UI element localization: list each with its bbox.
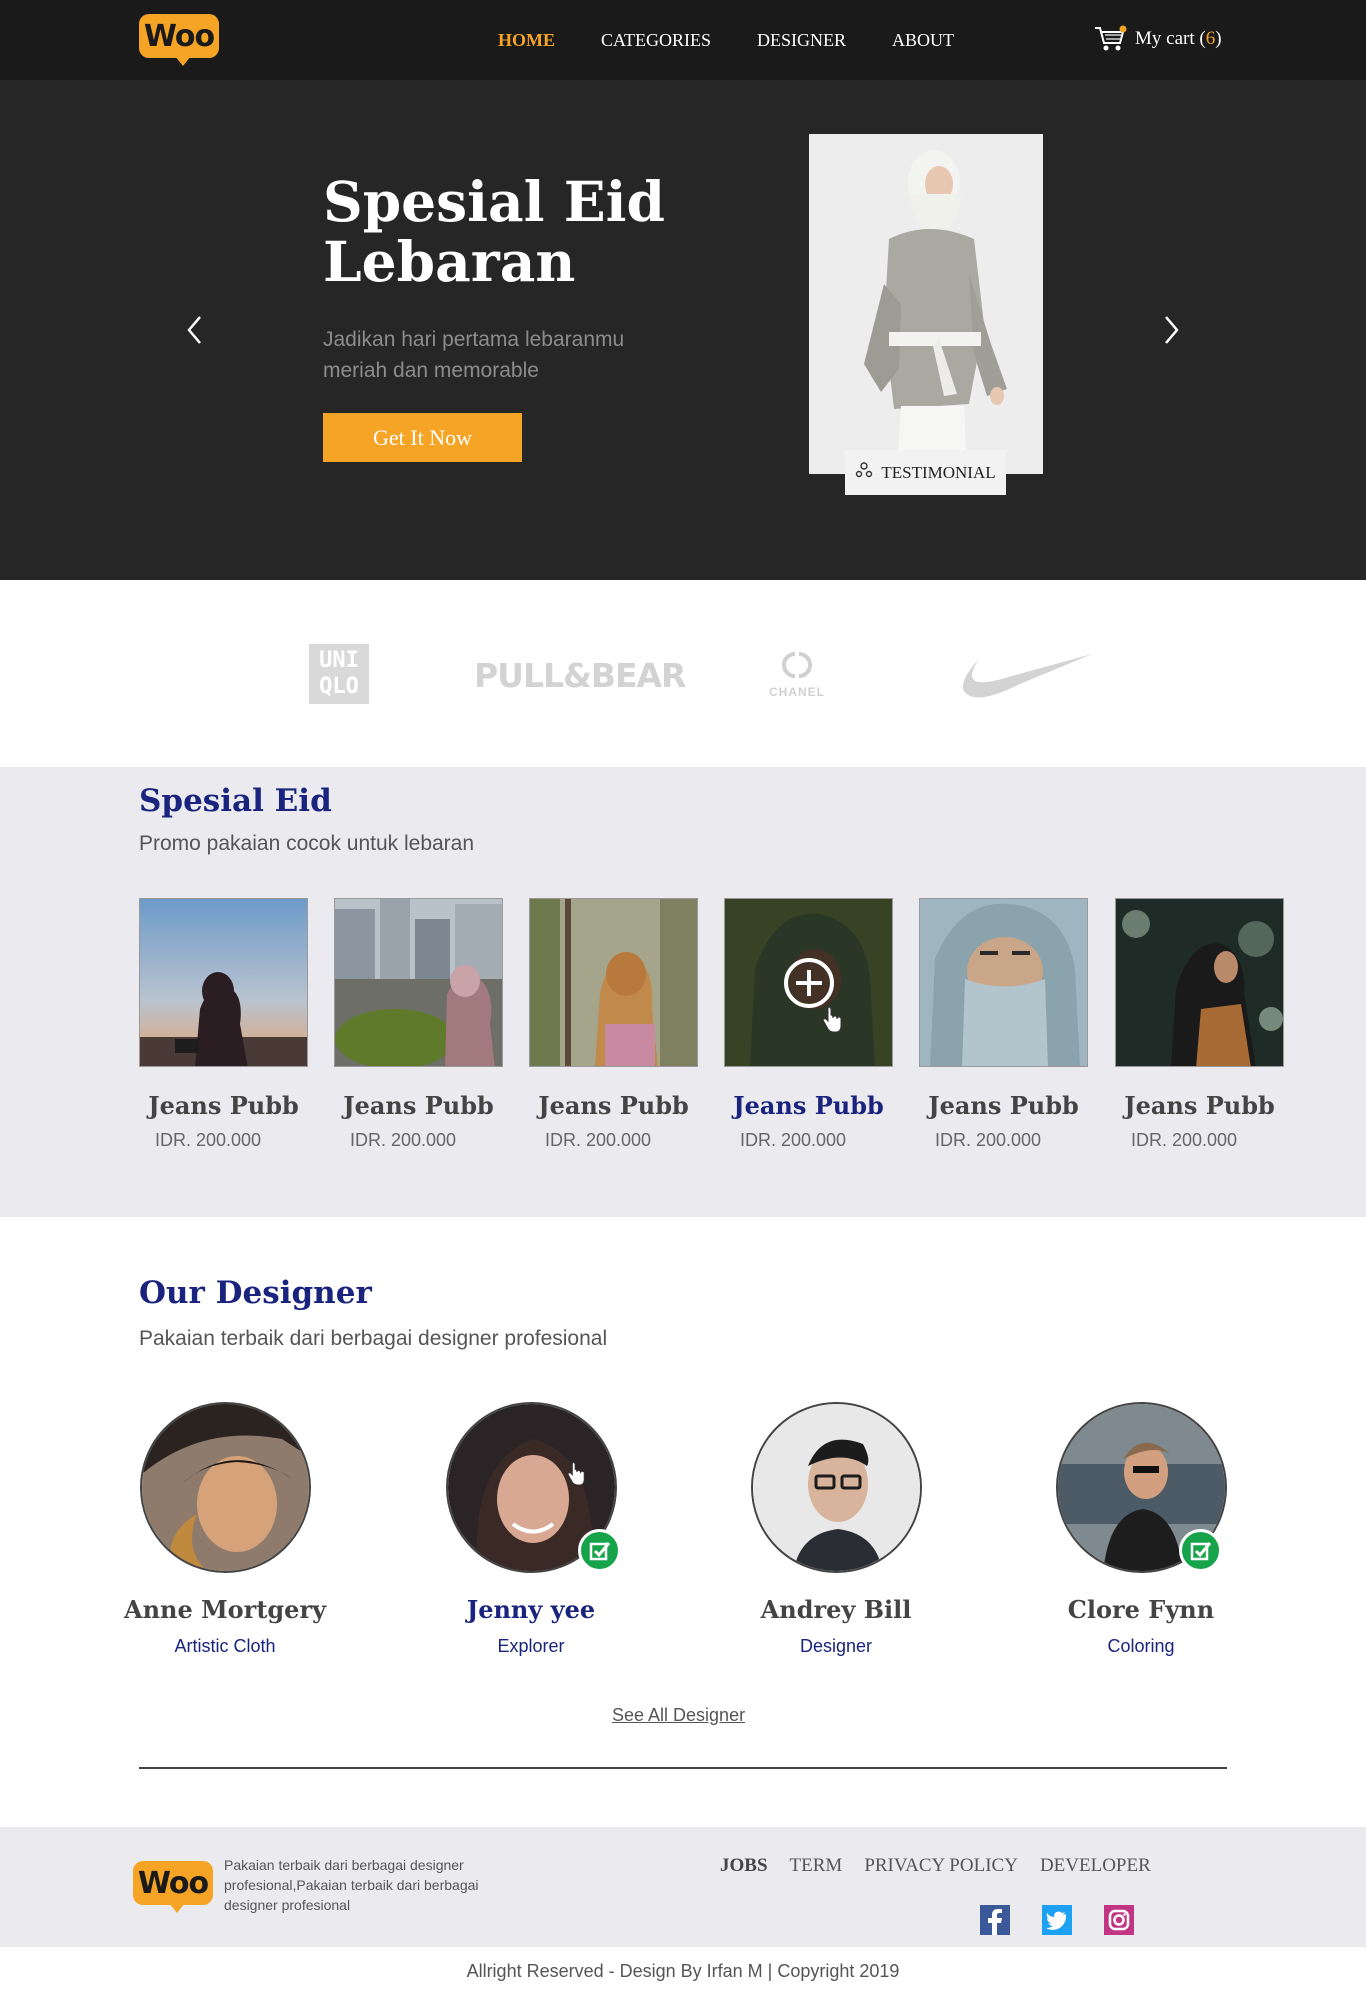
product-card[interactable]: Jeans Pubb IDR. 200.000 xyxy=(334,898,503,1151)
woo-logo[interactable]: Woo xyxy=(139,14,219,66)
nav-categories[interactable]: CATEGORIES xyxy=(601,30,711,51)
cart-icon xyxy=(1093,24,1127,54)
special-title: Spesial Eid xyxy=(139,783,332,819)
cart-count: 6 xyxy=(1205,28,1216,49)
product-image[interactable] xyxy=(334,898,503,1067)
product-card[interactable]: Jeans Pubb IDR. 200.000 xyxy=(529,898,698,1151)
nike-logo[interactable] xyxy=(960,650,1094,707)
designer-name[interactable]: Andrey Bill xyxy=(726,1595,946,1624)
product-name[interactable]: Jeans Pubb xyxy=(1115,1091,1284,1120)
designer-name[interactable]: Anne Mortgery xyxy=(115,1595,335,1624)
product-price: IDR. 200.000 xyxy=(155,1130,262,1150)
nav-links: HOME CATEGORIES DESIGNER ABOUT xyxy=(498,0,954,80)
product-name[interactable]: Jeans Pubb xyxy=(139,1091,308,1120)
get-it-now-button[interactable]: Get It Now xyxy=(323,413,522,462)
product-image[interactable] xyxy=(919,898,1088,1067)
designer-role: Explorer xyxy=(497,1636,565,1656)
check-badge-icon xyxy=(578,1529,621,1572)
chanel-logo[interactable]: CHANEL xyxy=(760,650,834,699)
product-name[interactable]: Jeans Pubb xyxy=(724,1091,893,1120)
product-price: IDR. 200.000 xyxy=(935,1130,1042,1150)
facebook-icon[interactable] xyxy=(980,1905,1010,1935)
hero-banner: Spesial Eid Lebaran Jadikan hari pertama… xyxy=(0,80,1366,580)
testimonial-badge[interactable]: TESTIMONIAL xyxy=(845,450,1006,495)
product-card[interactable]: Jeans Pubb IDR. 200.000 xyxy=(919,898,1088,1151)
footer-links: JOBS TERM PRIVACY POLICY DEVELOPER xyxy=(720,1855,1151,1877)
product-price: IDR. 200.000 xyxy=(740,1130,847,1150)
designer-role: Designer xyxy=(799,1636,873,1656)
nav-about[interactable]: ABOUT xyxy=(892,30,954,51)
special-subtitle: Promo pakaian cocok untuk lebaran xyxy=(139,832,475,855)
copyright-text: Allright Reserved - Design By Irfan M | … xyxy=(0,1947,1366,1995)
brand-logos: UNI QLO PULL&BEAR CHANEL xyxy=(0,580,1366,767)
chevron-left-icon[interactable] xyxy=(180,310,210,350)
product-name[interactable]: Jeans Pubb xyxy=(919,1091,1088,1120)
designers-section: Our Designer Pakaian terbaik dari berbag… xyxy=(0,1217,1366,1827)
top-navigation: Woo HOME CATEGORIES DESIGNER ABOUT My ca… xyxy=(0,0,1366,80)
footer: Woo Pakaian terbaik dari berbagai design… xyxy=(0,1827,1366,1947)
chevron-right-icon[interactable] xyxy=(1156,310,1186,350)
hand-pointer-icon xyxy=(821,1006,843,1038)
product-image[interactable] xyxy=(139,898,308,1067)
woo-logo[interactable]: Woo xyxy=(133,1861,213,1913)
designer-card[interactable]: Jenny yee Explorer xyxy=(421,1402,641,1657)
special-eid-section: Spesial Eid Promo pakaian cocok untuk le… xyxy=(0,767,1366,1217)
hand-pointer-icon xyxy=(566,1461,586,1491)
nav-home[interactable]: HOME xyxy=(498,30,555,51)
nav-designer[interactable]: DESIGNER xyxy=(757,30,846,51)
product-image[interactable] xyxy=(529,898,698,1067)
designer-name[interactable]: Jenny yee xyxy=(421,1595,641,1624)
user-group-icon xyxy=(855,461,873,484)
plus-circle-icon[interactable] xyxy=(783,957,835,1014)
check-badge-icon xyxy=(1179,1529,1222,1572)
designers-subtitle: Pakaian terbaik dari berbagai designer p… xyxy=(139,1327,608,1350)
designer-role: Artistic Cloth xyxy=(174,1636,276,1656)
product-image[interactable] xyxy=(1115,898,1284,1067)
hero-subtitle: Jadikan hari pertama lebaranmu meriah da… xyxy=(323,328,625,382)
designers-title: Our Designer xyxy=(139,1275,372,1311)
designer-card[interactable]: Clore Fynn Coloring xyxy=(1031,1402,1251,1657)
footer-link-privacy-policy[interactable]: PRIVACY POLICY xyxy=(864,1855,1018,1877)
avatar[interactable] xyxy=(139,1402,311,1573)
footer-description: Pakaian terbaik dari berbagai designer p… xyxy=(224,1857,479,1913)
product-image[interactable] xyxy=(724,898,893,1067)
designer-card[interactable]: Andrey Bill Designer xyxy=(726,1402,946,1657)
product-price: IDR. 200.000 xyxy=(350,1130,457,1150)
product-card[interactable]: Jeans Pubb IDR. 200.000 xyxy=(139,898,308,1151)
avatar[interactable] xyxy=(750,1402,922,1573)
product-price: IDR. 200.000 xyxy=(545,1130,652,1150)
footer-link-developer[interactable]: DEVELOPER xyxy=(1040,1855,1151,1877)
designer-role: Coloring xyxy=(1107,1636,1175,1656)
pull-and-bear-logo[interactable]: PULL&BEAR xyxy=(474,656,686,695)
footer-link-term[interactable]: TERM xyxy=(790,1855,843,1877)
product-name[interactable]: Jeans Pubb xyxy=(334,1091,503,1120)
designer-card[interactable]: Anne Mortgery Artistic Cloth xyxy=(115,1402,335,1657)
cart-label: My cart (6) xyxy=(1135,28,1222,49)
testimonial-label: TESTIMONIAL xyxy=(881,462,996,482)
twitter-icon[interactable] xyxy=(1042,1905,1072,1935)
instagram-icon[interactable] xyxy=(1104,1905,1134,1935)
designer-name[interactable]: Clore Fynn xyxy=(1031,1595,1251,1624)
product-name[interactable]: Jeans Pubb xyxy=(529,1091,698,1120)
hero-model-image xyxy=(809,134,1043,474)
cart-link[interactable]: My cart (6) xyxy=(1093,24,1222,54)
product-price: IDR. 200.000 xyxy=(1131,1130,1238,1150)
footer-link-jobs[interactable]: JOBS xyxy=(720,1855,768,1877)
see-all-designer-link[interactable]: See All Designer xyxy=(612,1705,745,1726)
hero-title: Spesial Eid Lebaran xyxy=(323,169,665,294)
social-links xyxy=(980,1905,1134,1935)
product-card[interactable]: Jeans Pubb IDR. 200.000 xyxy=(724,898,893,1151)
divider xyxy=(139,1767,1227,1769)
product-card[interactable]: Jeans Pubb IDR. 200.000 xyxy=(1115,898,1284,1151)
uniqlo-logo[interactable]: UNI QLO xyxy=(309,644,369,704)
